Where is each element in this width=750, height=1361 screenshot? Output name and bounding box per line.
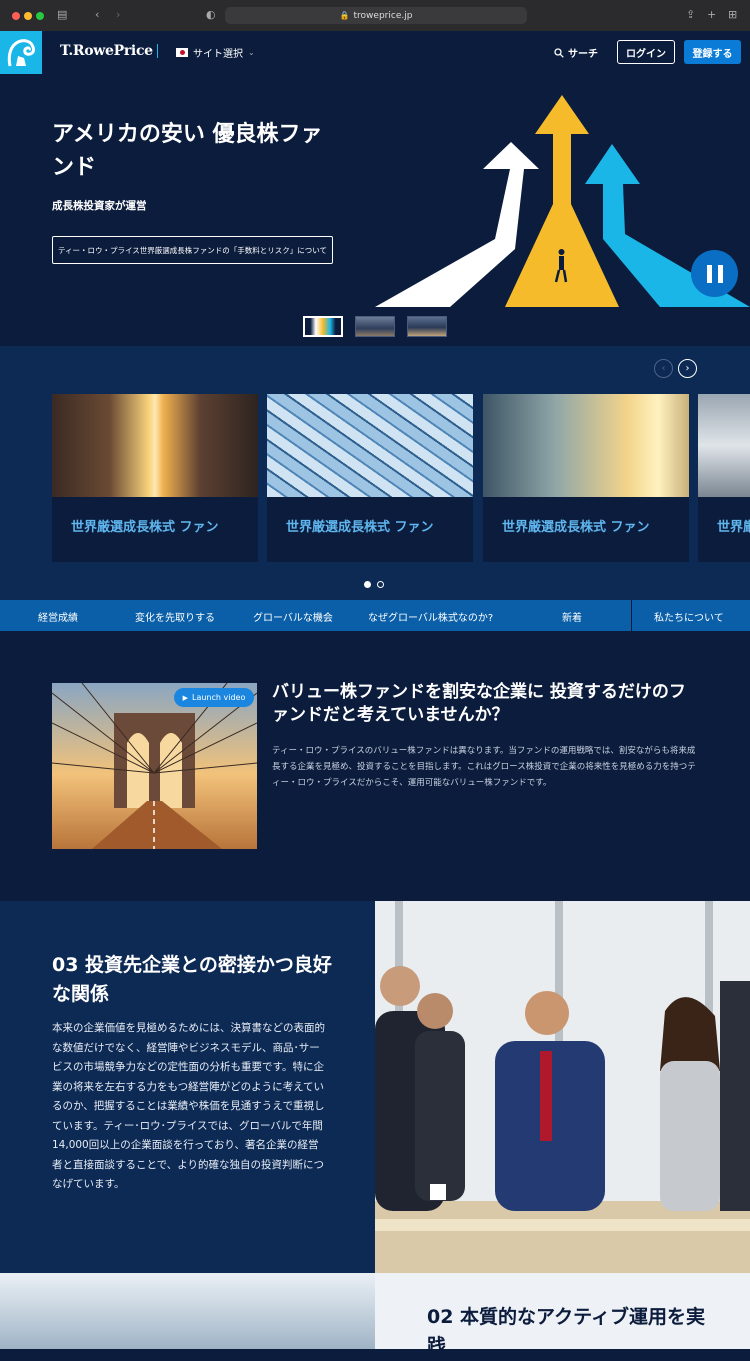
nav-item-global-opportunity[interactable]: グローバルな機会 <box>253 609 333 624</box>
section-nav: 経営成績 変化を先取りする グローバルな機会 なぜグローバル株式なのか? 新着 … <box>0 600 750 631</box>
business-handshake-image <box>375 901 750 1273</box>
nav-item-why-global-equity[interactable]: なぜグローバル株式なのか? <box>368 609 493 624</box>
slide-thumbnail[interactable] <box>303 316 343 337</box>
ram-logo-icon[interactable] <box>0 31 42 74</box>
search-button[interactable]: サーチ <box>554 45 598 60</box>
launch-video-button[interactable]: ▶ Launch video <box>174 688 254 707</box>
lock-icon: 🔒 <box>339 11 350 20</box>
search-label: サーチ <box>568 49 598 60</box>
value-fund-body: ティー・ロウ・プライスのバリュー株ファンドは異なります。当ファンドの運用戦略では… <box>272 746 696 788</box>
hero-slide-thumbnails <box>303 316 447 337</box>
fund-card-title: 世界厳選成長株式 ファン <box>286 520 434 535</box>
city-sunset-image <box>52 394 258 497</box>
fund-card[interactable]: 世界厳選成長株式 ファン <box>483 394 689 562</box>
sky-image <box>0 1273 375 1349</box>
sidebar-icon[interactable]: ▤ <box>57 8 67 22</box>
fund-card-title: 世界厳選成長株式 ファン <box>71 520 219 535</box>
new-tab-icon[interactable]: + <box>707 8 716 22</box>
tabs-overview-icon[interactable]: ⊞ <box>728 8 737 22</box>
brand-name[interactable]: T.RowePrice <box>60 43 153 59</box>
login-button[interactable]: ログイン <box>617 40 675 64</box>
maximize-window-button[interactable] <box>36 12 44 20</box>
video-thumbnail[interactable]: ▶ Launch video <box>52 683 257 849</box>
close-window-button[interactable] <box>12 12 20 20</box>
value-fund-section: ▶ Launch video バリュー株ファンドを割安な企業に 投資するだけのフ… <box>0 631 750 901</box>
hero-title: アメリカの安い 優良株ファンド <box>52 122 323 180</box>
hero-banner: アメリカの安い 優良株ファンド 成長株投資家が運営 ティー・ロウ・プライス世界厳… <box>0 74 750 346</box>
carousel-next-button[interactable]: › <box>678 359 697 378</box>
hero-subtitle: 成長株投資家が運営 <box>52 200 147 212</box>
value-fund-title: バリュー株ファンドを割安な企業に 投資するだけのファンドだと考えていませんか？ <box>272 682 686 725</box>
active-management-section: 02 本質的なアクティブ運用を実践 <box>375 1273 750 1357</box>
play-icon: ▶ <box>182 693 188 702</box>
browser-toolbar: ▤ ‹ › ◐ 🔒 troweprice.jp ⇪ + ⊞ <box>0 0 750 31</box>
register-button[interactable]: 登録する <box>684 40 741 64</box>
fund-card-title: 世界厳 <box>717 520 750 535</box>
pagination-dot[interactable] <box>364 581 371 588</box>
carousel-prev-button[interactable]: ‹ <box>654 359 673 378</box>
address-bar[interactable]: 🔒 troweprice.jp <box>225 7 527 24</box>
relationship-body: 本来の企業価値を見極めるためには、決算書などの表面的な数値だけでなく、経営陣やビ… <box>52 1022 325 1190</box>
relationship-section: 03 投資先企業との密接かつ良好な関係 本来の企業価値を見極めるためには、決算書… <box>0 901 375 1273</box>
pause-button[interactable] <box>691 250 738 297</box>
relationship-title: 03 投資先企業との密接かつ良好な関係 <box>52 954 332 1005</box>
nav-item-performance[interactable]: 経営成績 <box>38 609 78 624</box>
shield-icon[interactable]: ◐ <box>206 8 216 22</box>
site-selector[interactable]: サイト選択 ⌄ <box>176 45 255 60</box>
slide-thumbnail[interactable] <box>407 316 447 337</box>
fees-risks-button[interactable]: ティー・ロウ・プライス世界厳選成長株ファンドの「手数料とリスク」について <box>52 236 333 264</box>
fund-card-carousel: ‹ › 世界厳選成長株式 ファン 世界厳選成長株式 ファン 世界厳選成長株式 フ… <box>0 346 750 600</box>
launch-video-label: Launch video <box>192 693 246 702</box>
search-icon <box>554 47 564 58</box>
building-image <box>698 394 750 497</box>
nav-item-anticipate-change[interactable]: 変化を先取りする <box>135 609 215 624</box>
active-management-title: 02 本質的なアクティブ運用を実践 <box>427 1306 705 1357</box>
divider <box>157 44 158 58</box>
nav-item-about-us[interactable]: 私たちについて <box>654 609 724 624</box>
glass-towers-image <box>267 394 473 497</box>
businessman-walking-image <box>483 394 689 497</box>
japan-flag-icon <box>176 48 188 57</box>
pagination-dot[interactable] <box>377 581 384 588</box>
nav-item-new[interactable]: 新着 <box>562 609 582 624</box>
share-icon[interactable]: ⇪ <box>686 8 695 22</box>
forward-icon[interactable]: › <box>116 8 120 22</box>
carousel-pagination <box>364 581 384 588</box>
divider <box>631 600 632 631</box>
url-text: troweprice.jp <box>353 10 413 21</box>
slide-thumbnail[interactable] <box>355 316 395 337</box>
back-icon[interactable]: ‹ <box>95 8 99 22</box>
chevron-down-icon: ⌄ <box>248 48 255 57</box>
fund-card-title: 世界厳選成長株式 ファン <box>502 520 650 535</box>
fund-card[interactable]: 世界厳選成長株式 ファン <box>267 394 473 562</box>
minimize-window-button[interactable] <box>24 12 32 20</box>
fund-card[interactable]: 世界厳選成長株式 ファン <box>52 394 258 562</box>
site-selector-label: サイト選択 <box>193 49 243 60</box>
site-header: T.RowePrice サイト選択 ⌄ サーチ ログイン 登録する <box>0 31 750 74</box>
brooklyn-bridge-image <box>52 683 257 849</box>
fund-card[interactable]: 世界厳 <box>698 394 750 562</box>
